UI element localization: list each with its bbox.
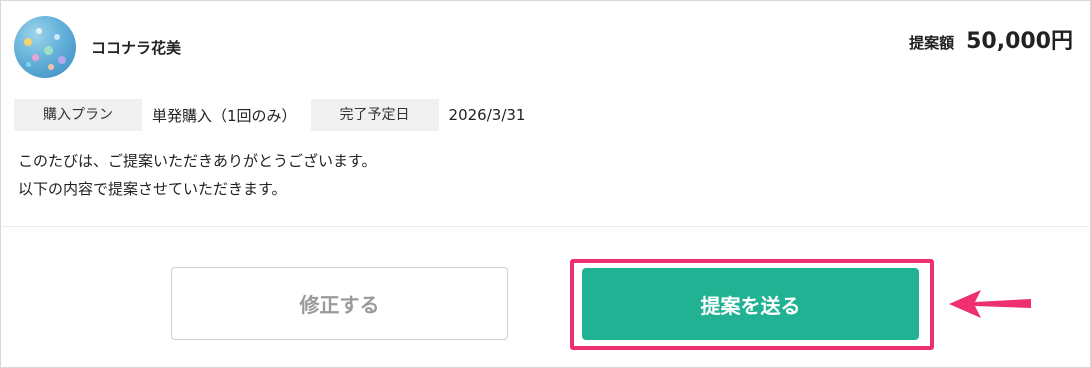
- edit-button[interactable]: 修正する: [171, 267, 508, 340]
- plan-label: 購入プラン: [14, 99, 142, 131]
- proposal-card: ココナラ花美 提案額 50,000円 購入プラン 単発購入（1回のみ） 完了予定…: [0, 0, 1091, 368]
- proposal-info-row: 購入プラン 単発購入（1回のみ） 完了予定日 2026/3/31: [14, 99, 539, 131]
- price-block: 提案額 50,000円: [909, 23, 1073, 55]
- due-date-label: 完了予定日: [310, 99, 439, 131]
- message-line: 以下の内容で提案させていただきます。: [18, 180, 287, 198]
- message-line: このたびは、ご提案いただきありがとうございます。: [18, 152, 377, 170]
- send-proposal-button[interactable]: 提案を送る: [582, 268, 919, 340]
- avatar: [14, 16, 76, 78]
- seller-name: ココナラ花美: [91, 39, 182, 57]
- proposal-message: このたびは、ご提案いただきありがとうございます。 以下の内容で提案させていただき…: [18, 147, 377, 203]
- price-label: 提案額: [909, 34, 955, 52]
- plan-value: 単発購入（1回のみ）: [152, 106, 297, 125]
- due-date-value: 2026/3/31: [448, 106, 526, 124]
- divider: [2, 226, 1089, 227]
- price-value: 50,000円: [966, 29, 1073, 54]
- left-arrow-icon: [949, 290, 1031, 318]
